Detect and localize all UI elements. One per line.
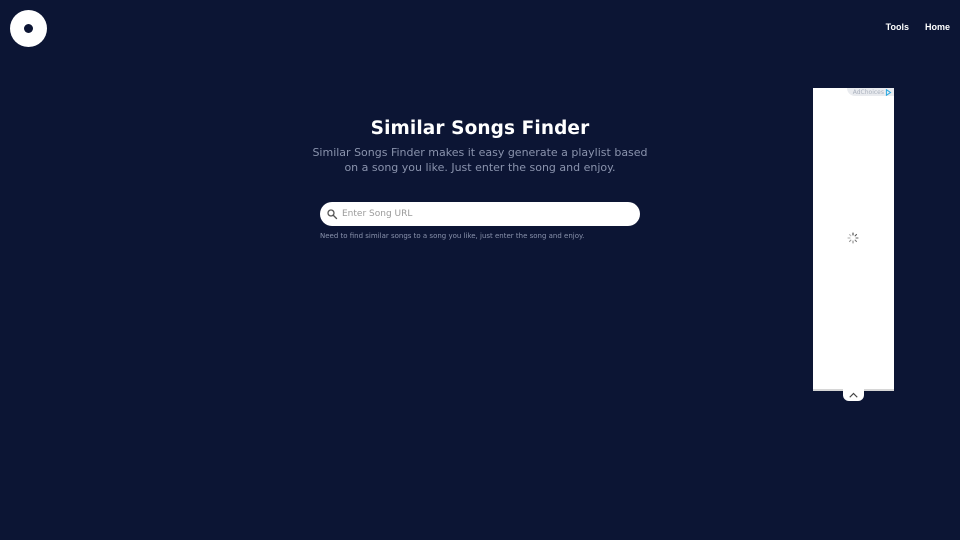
chevron-up-icon (849, 392, 858, 398)
hero-section: Similar Songs Finder Similar Songs Finde… (310, 118, 650, 175)
loading-spinner-icon (847, 232, 859, 244)
adchoices-badge[interactable]: AdChoices (846, 88, 894, 96)
site-logo[interactable] (10, 10, 47, 47)
adchoices-icon (885, 88, 892, 96)
search-icon (327, 209, 338, 220)
ad-banner[interactable]: AdChoices (813, 88, 894, 391)
page-title: Similar Songs Finder (370, 118, 590, 139)
logo-dot (24, 24, 33, 33)
helper-text: Need to find similar songs to a song you… (320, 232, 585, 240)
song-url-input[interactable] (342, 204, 622, 224)
song-search-box[interactable] (320, 202, 640, 226)
adchoices-label: AdChoices (852, 88, 884, 96)
top-nav: Tools Home (886, 22, 950, 32)
page-subtitle: Similar Songs Finder makes it easy gener… (312, 146, 648, 174)
nav-link-tools[interactable]: Tools (886, 22, 909, 32)
nav-link-home[interactable]: Home (925, 22, 950, 32)
ad-collapse-button[interactable] (843, 389, 864, 401)
